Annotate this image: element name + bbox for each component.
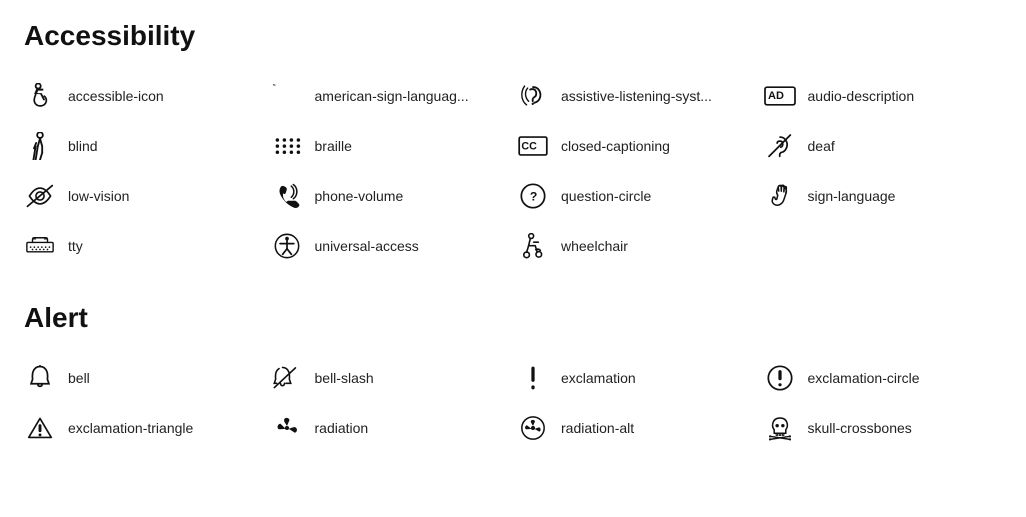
question-circle-glyph: ?: [517, 180, 549, 212]
asl-glyph: 𝕰𝖌: [271, 80, 303, 112]
icon-item-asl: 𝕰𝖌 american-sign-languag...: [271, 80, 510, 112]
svg-text:𝕰𝖌: 𝕰𝖌: [273, 84, 275, 87]
page-container: Accessibility accessible-icon: [24, 20, 1002, 444]
assistive-listening-label: assistive-listening-syst...: [561, 88, 712, 104]
exclamation-glyph: [517, 362, 549, 394]
svg-text:AD: AD: [768, 90, 784, 102]
alert-section: Alert bell: [24, 302, 1002, 444]
icon-item-low-vision: low-vision: [24, 180, 263, 212]
icon-item-assistive-listening: assistive-listening-syst...: [517, 80, 756, 112]
icon-item-radiation: radiation: [271, 412, 510, 444]
icon-item-exclamation-triangle: exclamation-triangle: [24, 412, 263, 444]
svg-text:CC: CC: [521, 140, 537, 152]
audio-description-label: audio-description: [808, 88, 915, 104]
icon-item-universal-access: universal-access: [271, 230, 510, 262]
icon-item-deaf: deaf: [764, 130, 1003, 162]
assistive-listening-glyph: [517, 80, 549, 112]
icon-item-bell: bell: [24, 362, 263, 394]
universal-access-glyph: [271, 230, 303, 262]
icon-item-sign-language: sign-language: [764, 180, 1003, 212]
sign-language-label: sign-language: [808, 188, 896, 204]
icon-item-accessible-icon: accessible-icon: [24, 80, 263, 112]
tty-glyph: [24, 230, 56, 262]
exclamation-circle-glyph: [764, 362, 796, 394]
wheelchair-glyph: [517, 230, 549, 262]
exclamation-label: exclamation: [561, 370, 636, 386]
low-vision-glyph: [24, 180, 56, 212]
closed-captioning-glyph: CC: [517, 130, 549, 162]
alert-grid: bell bell-slash: [24, 362, 1002, 444]
exclamation-circle-label: exclamation-circle: [808, 370, 920, 386]
audio-description-glyph: AD: [764, 80, 796, 112]
accessible-icon-label: accessible-icon: [68, 88, 164, 104]
closed-captioning-label: closed-captioning: [561, 138, 670, 154]
icon-item-question-circle: ? question-circle: [517, 180, 756, 212]
bell-glyph: [24, 362, 56, 394]
phone-volume-label: phone-volume: [315, 188, 404, 204]
icon-item-radiation-alt: radiation-alt: [517, 412, 756, 444]
icon-item-exclamation: exclamation: [517, 362, 756, 394]
icon-item-tty: tty: [24, 230, 263, 262]
braille-glyph: [271, 130, 303, 162]
blind-label: blind: [68, 138, 98, 154]
skull-crossbones-label: skull-crossbones: [808, 420, 912, 436]
bell-slash-label: bell-slash: [315, 370, 374, 386]
asl-label: american-sign-languag...: [315, 88, 469, 104]
icon-item-bell-slash: bell-slash: [271, 362, 510, 394]
accessibility-grid: accessible-icon 𝕰𝖌 american-sign-languag…: [24, 80, 1002, 262]
blind-glyph: [24, 130, 56, 162]
phone-volume-glyph: [271, 180, 303, 212]
alert-title: Alert: [24, 302, 1002, 334]
icon-item-braille: braille: [271, 130, 510, 162]
tty-label: tty: [68, 238, 83, 254]
icon-item-skull-crossbones: skull-crossbones: [764, 412, 1003, 444]
accessibility-section: Accessibility accessible-icon: [24, 20, 1002, 262]
icon-item-blind: blind: [24, 130, 263, 162]
sign-language-glyph: [764, 180, 796, 212]
icon-item-audio-description: AD audio-description: [764, 80, 1003, 112]
svg-text:?: ?: [530, 189, 537, 203]
accessible-icon-glyph: [24, 80, 56, 112]
exclamation-triangle-glyph: [24, 412, 56, 444]
bell-label: bell: [68, 370, 90, 386]
braille-label: braille: [315, 138, 352, 154]
exclamation-triangle-label: exclamation-triangle: [68, 420, 193, 436]
bell-slash-glyph: [271, 362, 303, 394]
radiation-glyph: [271, 412, 303, 444]
skull-crossbones-glyph: [764, 412, 796, 444]
universal-access-label: universal-access: [315, 238, 419, 254]
icon-item-exclamation-circle: exclamation-circle: [764, 362, 1003, 394]
accessibility-title: Accessibility: [24, 20, 1002, 52]
wheelchair-label: wheelchair: [561, 238, 628, 254]
radiation-label: radiation: [315, 420, 369, 436]
icon-item-closed-captioning: CC closed-captioning: [517, 130, 756, 162]
radiation-alt-glyph: [517, 412, 549, 444]
icon-item-wheelchair: wheelchair: [517, 230, 756, 262]
radiation-alt-label: radiation-alt: [561, 420, 634, 436]
deaf-label: deaf: [808, 138, 835, 154]
low-vision-label: low-vision: [68, 188, 129, 204]
question-circle-label: question-circle: [561, 188, 651, 204]
icon-item-phone-volume: phone-volume: [271, 180, 510, 212]
deaf-glyph: [764, 130, 796, 162]
